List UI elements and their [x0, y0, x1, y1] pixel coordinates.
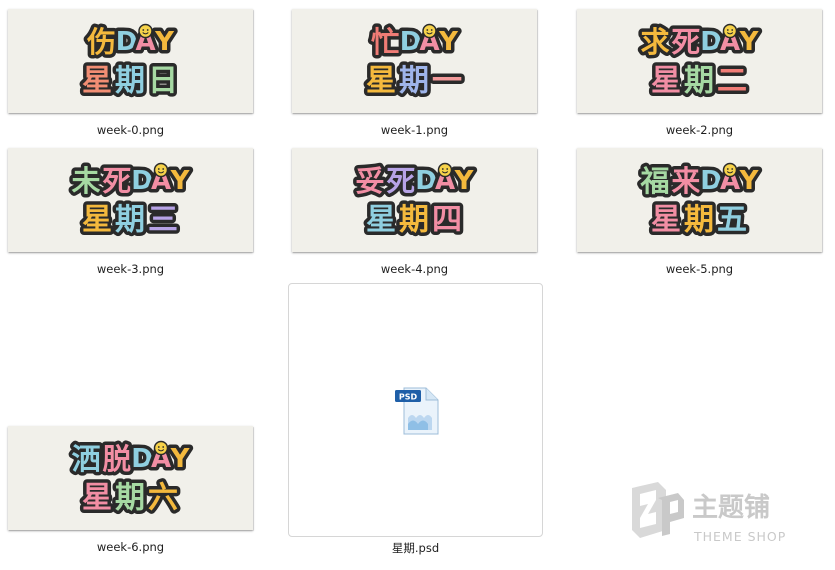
week-sticker-art: 求求 死死 DDAA YY星星 期期 二二 [637, 22, 763, 103]
week-sticker-art: 洒洒 脱脱 DDAA YY星星 期期 六六 [68, 439, 194, 520]
title-char: 死 [386, 164, 415, 198]
weekday-char: 期 [684, 64, 714, 99]
weekday-char: 星 [82, 203, 112, 238]
day-letter: D [131, 444, 153, 474]
psd-selection-box[interactable]: PSD [288, 283, 543, 537]
thumbnail-week-5[interactable]: 福福来来DDAAYY星星期期五五 [577, 148, 822, 252]
watermark-cn-text: 主题铺 [692, 493, 770, 523]
title-char: 伤 [86, 25, 116, 59]
smiley-face-icon [422, 23, 437, 39]
day-letter: Y [438, 27, 459, 57]
day-letter: D [415, 166, 437, 196]
title-char: 福 [639, 164, 669, 198]
weekday-char: 期 [115, 481, 145, 516]
file-name-label[interactable]: week-5.png [577, 262, 822, 276]
week-sticker-art: 福福 来来 DDAA YY星星 期期 五五 [636, 161, 763, 242]
thumbnail-week-1[interactable]: 忙忙DDAAYY星星期期一一 [292, 9, 537, 113]
weekday-char: 期 [115, 64, 145, 99]
title-char: 来 [671, 164, 700, 198]
weekday-char: 星 [366, 64, 396, 99]
file-item-week-4[interactable]: 妥妥死死DDAAYY星星期期四四 week-4.png [292, 148, 537, 278]
file-item-psd[interactable]: PSD 星期.psd [288, 283, 543, 558]
weekday-char: 星 [651, 203, 681, 238]
thumbnail-week-3[interactable]: 未未死死DDAAYY星星期期三三 [8, 148, 253, 252]
file-item-week-2[interactable]: 求求死死DDAAYY星星期期二二 week-2.png [577, 9, 822, 139]
smiley-face-icon [138, 23, 153, 39]
title-char: 妥 [355, 164, 384, 198]
day-letter: Y [170, 444, 191, 474]
file-item-week-5[interactable]: 福福来来DDAAYY星星期期五五 week-5.png [577, 148, 822, 278]
day-letter: Y [170, 166, 191, 196]
thumbnail-week-6[interactable]: 洒洒脱脱DDAAYY星星期期六六 [8, 426, 253, 530]
day-letter: D [700, 27, 722, 57]
day-letter: D [400, 27, 422, 57]
title-char: 未 [71, 164, 100, 198]
weekday-char: 星 [366, 203, 396, 238]
smiley-face-icon [722, 23, 738, 39]
day-letter: D [700, 166, 722, 196]
title-char: 洒 [71, 442, 100, 476]
weekday-char: 期 [399, 64, 429, 99]
day-letter: Y [454, 166, 475, 196]
weekday-char: 期 [115, 203, 145, 238]
file-name-label[interactable]: week-3.png [8, 262, 253, 276]
smiley-face-icon [722, 162, 738, 178]
theme-shop-watermark: 主题铺 THEME SHOP [632, 482, 786, 544]
file-name-label[interactable]: 星期.psd [288, 540, 543, 556]
thumbnail-week-0[interactable]: 伤伤DDAAYY星星期期日日 [8, 9, 253, 113]
week-sticker-art: 未未 死死 DDAA YY星星 期期 三三 [68, 161, 194, 242]
week-sticker-art: 伤伤 DDAA YY星星 期期 日日 [79, 22, 182, 103]
file-item-week-0[interactable]: 伤伤DDAAYY星星期期日日 week-0.png [8, 9, 253, 139]
day-letter: D [131, 166, 153, 196]
day-letter: Y [739, 166, 760, 196]
weekday-char: 期 [399, 203, 429, 238]
smiley-face-icon [153, 162, 169, 178]
weekday-char: 三 [148, 203, 178, 238]
weekday-char: 星 [82, 64, 112, 99]
week-sticker-art: 妥妥 死死 DDAA YY星星 期期 四四 [352, 161, 478, 242]
file-item-week-3[interactable]: 未未死死DDAAYY星星期期三三 week-3.png [8, 148, 253, 278]
file-name-label[interactable]: week-1.png [292, 123, 537, 137]
theme-shop-logo-icon [632, 482, 684, 538]
psd-file-icon: PSD [395, 387, 439, 435]
weekday-char: 二 [717, 64, 747, 99]
title-char: 死 [102, 164, 131, 198]
weekday-char: 星 [651, 64, 681, 99]
weekday-char: 四 [432, 203, 462, 238]
title-char: 脱 [102, 442, 131, 476]
watermark-en-text: THEME SHOP [693, 529, 786, 544]
file-name-label[interactable]: week-2.png [577, 123, 822, 137]
file-name-label[interactable]: week-6.png [8, 540, 253, 554]
weekday-char: 期 [684, 203, 714, 238]
weekday-char: 星 [82, 481, 112, 516]
file-item-week-6[interactable]: 洒洒脱脱DDAAYY星星期期六六 week-6.png [8, 426, 253, 560]
file-item-week-1[interactable]: 忙忙DDAAYY星星期期一一 week-1.png [292, 9, 537, 139]
day-letter: Y [739, 27, 760, 57]
weekday-char: 五 [717, 203, 747, 238]
weekday-char: 日 [148, 64, 178, 99]
weekday-char: 六 [148, 481, 178, 516]
title-char: 死 [671, 25, 700, 59]
week-sticker-art: 忙忙 DDAA YY星星 期期 一一 [363, 22, 466, 103]
file-name-label[interactable]: week-4.png [292, 262, 537, 276]
thumbnail-week-4[interactable]: 妥妥死死DDAAYY星星期期四四 [292, 148, 537, 252]
day-letter: D [116, 27, 138, 57]
title-char: 忙 [371, 25, 400, 59]
smiley-face-icon [437, 162, 453, 178]
smiley-face-icon [153, 440, 169, 456]
title-char: 求 [640, 25, 669, 59]
psd-badge-text: PSD [399, 393, 418, 402]
file-name-label[interactable]: week-0.png [8, 123, 253, 137]
weekday-char: 一 [432, 64, 462, 99]
thumbnail-week-2[interactable]: 求求死死DDAAYY星星期期二二 [577, 9, 822, 113]
day-letter: Y [154, 27, 175, 57]
